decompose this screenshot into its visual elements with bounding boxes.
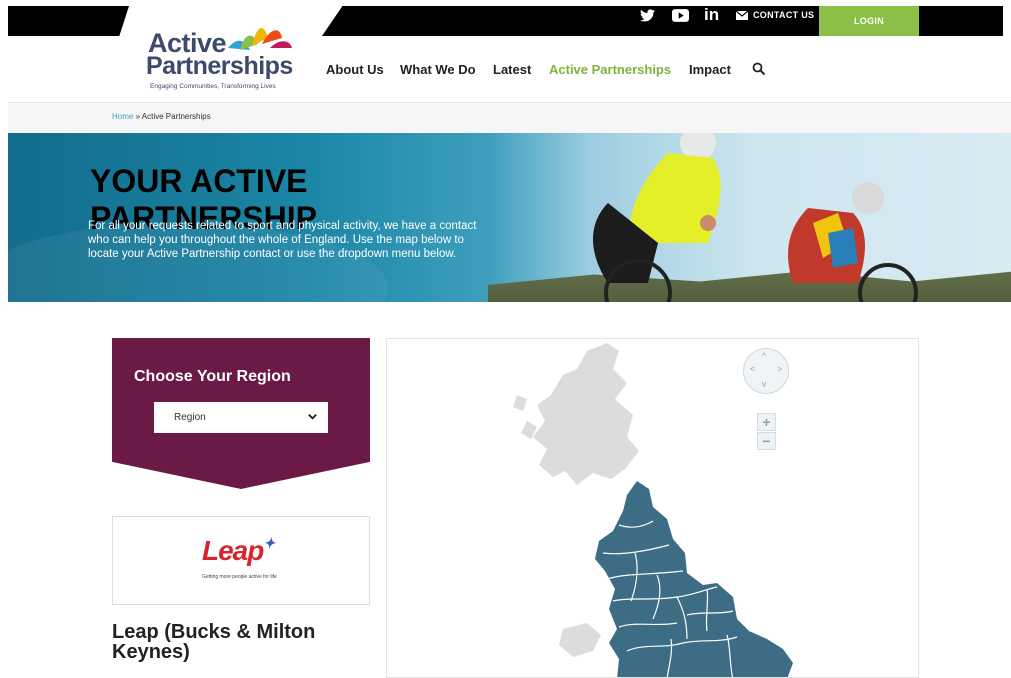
region-islands [513, 395, 527, 411]
nav-about-us[interactable]: About Us [326, 62, 384, 80]
leap-star-icon: ✦ [263, 535, 275, 551]
site-logo[interactable]: Active Partnerships Engaging Communities… [140, 20, 310, 100]
region-map[interactable] [386, 338, 919, 678]
top-bar-left-block [8, 6, 129, 36]
nav-active-partnerships[interactable]: Active Partnerships [549, 62, 671, 80]
pan-up-icon[interactable]: ^ [762, 351, 766, 361]
region-select[interactable]: Region [154, 402, 328, 433]
nav-latest[interactable]: Latest [493, 62, 531, 80]
logo-tagline: Engaging Communities, Transforming Lives [150, 83, 276, 90]
twitter-icon[interactable] [640, 6, 655, 24]
breadcrumb-home-link[interactable]: Home [112, 112, 133, 121]
breadcrumb-current: Active Partnerships [141, 112, 211, 121]
leap-logo-text: Leap [202, 535, 264, 566]
pan-down-icon[interactable]: v [762, 379, 767, 389]
contact-us-link[interactable]: CONTACT US [736, 6, 814, 24]
pan-right-icon[interactable]: > [777, 364, 782, 374]
breadcrumb-separator: » [133, 112, 142, 121]
zoom-in-button[interactable]: + [757, 413, 776, 431]
leap-tagline: Getting more people active for life [202, 574, 277, 580]
region-select-value: Region [174, 412, 206, 423]
leap-logo: Leap✦ [202, 535, 275, 567]
login-button[interactable]: LOGIN [819, 6, 919, 36]
region-england[interactable] [595, 481, 793, 678]
hero-title-line1: YOUR ACTIVE [90, 163, 308, 200]
contact-us-label: CONTACT US [753, 10, 815, 20]
zoom-out-button[interactable]: − [757, 432, 776, 450]
breadcrumb: Home » Active Partnerships [112, 112, 211, 121]
region-panel-title: Choose Your Region [134, 368, 291, 385]
logo-figure-icon [228, 28, 292, 50]
map-pan-control[interactable]: ^ v < > [743, 348, 789, 394]
pan-left-icon[interactable]: < [750, 364, 755, 374]
search-icon[interactable] [752, 62, 766, 78]
mail-icon [736, 10, 748, 20]
linkedin-icon[interactable]: in [704, 5, 719, 24]
uk-map [513, 343, 793, 678]
partner-name: Leap (Bucks & Milton Keynes) [112, 621, 316, 663]
nav-impact[interactable]: Impact [689, 62, 731, 80]
chevron-down-icon [308, 414, 317, 420]
nav-what-we-do[interactable]: What We Do [400, 62, 476, 80]
hero-description: For all your requests related to sport a… [88, 220, 477, 260]
region-northern-ireland[interactable] [559, 623, 601, 657]
region-scotland[interactable] [533, 343, 639, 485]
youtube-icon[interactable] [672, 6, 689, 24]
